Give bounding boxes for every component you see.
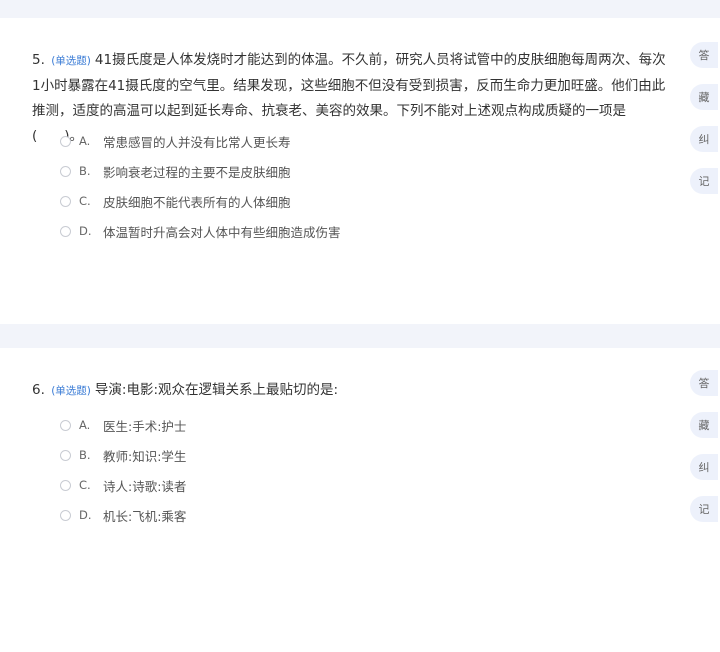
- question-type-label: (单选题): [51, 55, 91, 67]
- question-number: 6.: [32, 382, 45, 398]
- option-letter: B.: [79, 164, 91, 178]
- report-error-button[interactable]: 纠: [690, 454, 718, 480]
- option-d[interactable]: D. 体温暂时升高会对人体中有些细胞造成伤害: [60, 216, 660, 246]
- radio-button[interactable]: [60, 449, 71, 461]
- option-text: 影响衰老过程的主要不是皮肤细胞: [103, 164, 291, 180]
- question-text: 导演:电影:观众在逻辑关系上最贴切的是:: [94, 382, 339, 398]
- question-card-6: 6. (单选题) 导演:电影:观众在逻辑关系上最贴切的是: A. 医生:手术:护士…: [0, 348, 720, 652]
- answer-button[interactable]: 答: [690, 42, 718, 68]
- option-letter: A.: [79, 418, 91, 432]
- option-c[interactable]: C. 皮肤细胞不能代表所有的人体细胞: [60, 186, 660, 216]
- favorite-button[interactable]: 藏: [690, 84, 718, 110]
- radio-button[interactable]: [60, 165, 71, 177]
- radio-button[interactable]: [60, 135, 71, 147]
- options-list: A. 常患感冒的人并没有比常人更长寿 B. 影响衰老过程的主要不是皮肤细胞 C.…: [60, 126, 660, 246]
- option-letter: A.: [79, 134, 91, 148]
- radio-button[interactable]: [60, 225, 71, 237]
- radio-button[interactable]: [60, 509, 71, 521]
- radio-button[interactable]: [60, 419, 71, 431]
- report-error-button[interactable]: 纠: [690, 126, 718, 152]
- question-stem: 6. (单选题) 导演:电影:观众在逻辑关系上最贴切的是:: [32, 378, 666, 404]
- radio-button[interactable]: [60, 195, 71, 207]
- option-text: 常患感冒的人并没有比常人更长寿: [103, 134, 291, 150]
- option-letter: D.: [79, 224, 92, 238]
- note-button[interactable]: 记: [690, 496, 718, 522]
- exam-page: 5. (单选题) 41摄氏度是人体发烧时才能达到的体温。不久前，研究人员将试管中的…: [0, 0, 720, 652]
- option-letter: B.: [79, 448, 91, 462]
- option-text: 皮肤细胞不能代表所有的人体细胞: [103, 194, 291, 210]
- option-c[interactable]: C. 诗人:诗歌:读者: [60, 470, 660, 500]
- option-text: 机长:飞机:乘客: [103, 508, 187, 524]
- option-a[interactable]: A. 医生:手术:护士: [60, 410, 660, 440]
- answer-button[interactable]: 答: [690, 370, 718, 396]
- question-card-5: 5. (单选题) 41摄氏度是人体发烧时才能达到的体温。不久前，研究人员将试管中的…: [0, 18, 720, 324]
- note-button[interactable]: 记: [690, 168, 718, 194]
- radio-button[interactable]: [60, 479, 71, 491]
- option-b[interactable]: B. 影响衰老过程的主要不是皮肤细胞: [60, 156, 660, 186]
- option-text: 医生:手术:护士: [103, 418, 187, 434]
- favorite-button[interactable]: 藏: [690, 412, 718, 438]
- question-number: 5.: [32, 52, 45, 68]
- option-letter: C.: [79, 478, 91, 492]
- option-text: 诗人:诗歌:读者: [103, 478, 187, 494]
- option-b[interactable]: B. 教师:知识:学生: [60, 440, 660, 470]
- option-text: 教师:知识:学生: [103, 448, 187, 464]
- option-text: 体温暂时升高会对人体中有些细胞造成伤害: [103, 224, 341, 240]
- option-letter: C.: [79, 194, 91, 208]
- question-type-label: (单选题): [51, 385, 91, 397]
- options-list: A. 医生:手术:护士 B. 教师:知识:学生 C. 诗人:诗歌:读者 D. 机…: [60, 410, 660, 530]
- option-letter: D.: [79, 508, 92, 522]
- option-a[interactable]: A. 常患感冒的人并没有比常人更长寿: [60, 126, 660, 156]
- side-tools: 答 藏 纠 记: [690, 370, 718, 538]
- option-d[interactable]: D. 机长:飞机:乘客: [60, 500, 660, 530]
- side-tools: 答 藏 纠 记: [690, 42, 718, 210]
